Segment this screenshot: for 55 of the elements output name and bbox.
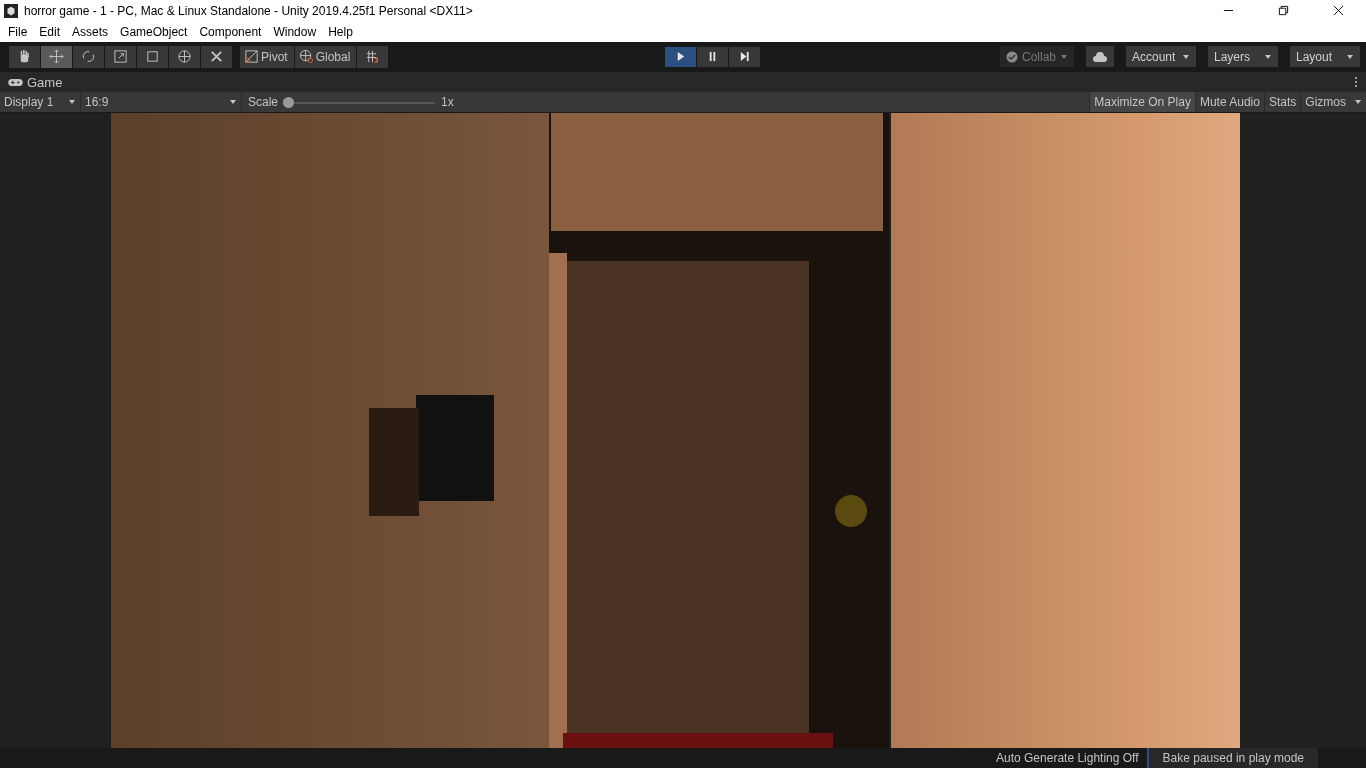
window-title: horror game - 1 - PC, Mac & Linux Standalone - Unity 2019.4.25f1 Personal <DX11> [24,3,474,18]
caret-icon [1182,52,1190,61]
toggle-button[interactable]: Maximize On Play [1089,92,1195,112]
tool-button[interactable] [9,45,40,68]
status-text: Auto Generate Lighting Off [995,751,1140,765]
menu-item[interactable]: Edit [33,24,67,39]
more-options-icon[interactable] [1354,76,1358,89]
game-tab[interactable]: Game [8,74,63,90]
global-button[interactable]: Global [294,45,357,68]
menu-item[interactable]: Component [193,24,268,39]
app-logo-icon [4,3,18,18]
scale-tool-icon [113,49,128,65]
menu-item[interactable]: Window [267,24,323,39]
cloud-button[interactable] [1086,46,1114,68]
rotate-tool-icon [81,49,96,65]
caret-icon [229,98,237,106]
tool-button[interactable] [137,45,168,68]
menu-item[interactable]: Assets [66,24,115,39]
cloud-icon [1092,50,1108,63]
move-tool-icon [49,49,64,65]
scale-value: 1x [441,95,454,109]
account-dropdown[interactable]: Account [1126,46,1196,68]
scale-label: Scale [248,95,279,109]
pivot-icon [244,49,259,65]
caret-icon [1060,52,1068,61]
transform-tool-icon [177,49,192,65]
menu-item[interactable]: File [2,24,34,39]
status-text: Bake paused in play mode [1146,748,1318,768]
slider-thumb[interactable] [283,96,295,108]
caret-icon [1346,52,1354,61]
menu-item[interactable]: GameObject [114,24,194,39]
globe-icon [298,49,314,65]
tool-button[interactable] [73,45,104,68]
layout-dropdown[interactable]: Layout [1290,46,1360,68]
tool-button[interactable] [105,45,136,68]
pause-button[interactable] [696,46,728,67]
tool-button[interactable] [41,45,72,68]
caret-icon[interactable] [1354,98,1362,106]
rect-tool-icon [145,49,160,65]
scale-slider[interactable] [283,96,436,108]
pivot-button[interactable]: Pivot [240,45,294,68]
play-button[interactable] [664,46,696,67]
step-button[interactable] [728,46,760,67]
tool-button[interactable] [169,45,200,68]
custom-tool-icon [209,49,224,65]
grid-snap-icon [365,49,381,65]
snap-button[interactable] [357,45,389,68]
step-icon [738,51,750,63]
tool-button[interactable] [201,45,232,68]
caret-icon [1264,52,1272,61]
menu-item[interactable]: Help [322,24,359,39]
gamepad-icon [8,77,23,87]
caret-icon [68,98,76,106]
check-circle-icon [1005,50,1018,63]
layers-dropdown[interactable]: Layers [1208,46,1278,68]
